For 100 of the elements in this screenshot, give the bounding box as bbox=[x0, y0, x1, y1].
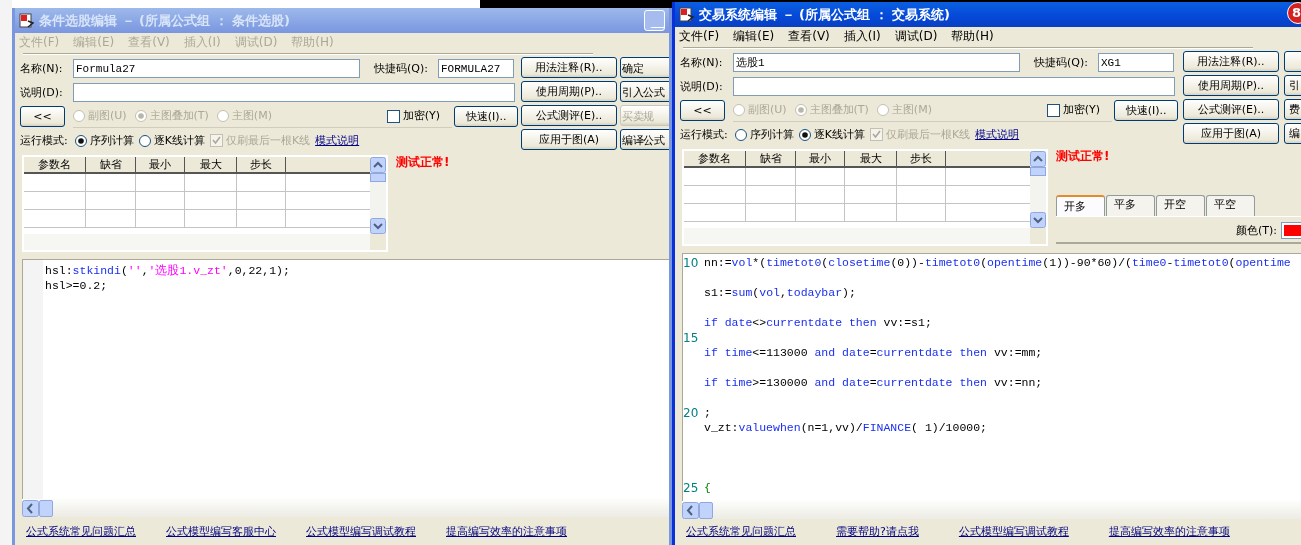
scroll-bar[interactable] bbox=[1030, 151, 1046, 228]
scroll-thumb[interactable] bbox=[699, 501, 713, 519]
scroll-left-button[interactable] bbox=[682, 501, 699, 519]
column-header: 参数名 bbox=[684, 151, 746, 168]
scroll-down-button[interactable] bbox=[1030, 212, 1046, 228]
signal-tab[interactable]: 平空 bbox=[1206, 195, 1255, 216]
table-cell[interactable] bbox=[796, 204, 845, 222]
scroll-bar[interactable] bbox=[684, 228, 1030, 244]
table-cell[interactable] bbox=[185, 192, 237, 210]
app-icon bbox=[679, 6, 695, 23]
column-header: 参数名 bbox=[24, 157, 86, 174]
field-label: 说明(D): bbox=[20, 85, 64, 100]
table-cell[interactable] bbox=[86, 192, 136, 210]
side-button[interactable]: 用法注释(R).. bbox=[1183, 51, 1279, 72]
side-button[interactable]: 使用周期(P).. bbox=[1183, 75, 1279, 96]
table-cell[interactable] bbox=[796, 168, 845, 186]
field-label: 快捷码(Q): bbox=[374, 61, 429, 76]
table-cell[interactable] bbox=[24, 192, 86, 210]
name-field[interactable]: 选股1 bbox=[733, 53, 1020, 72]
signal-tab[interactable]: 平多 bbox=[1106, 195, 1155, 216]
collapse-button[interactable]: << bbox=[680, 100, 725, 121]
mode-link[interactable]: 模式说明 bbox=[975, 127, 1020, 142]
field-label: 名称(N): bbox=[680, 55, 724, 70]
checkbox-icon[interactable] bbox=[386, 109, 400, 123]
side-button[interactable]: 费 bbox=[1284, 99, 1301, 120]
table-cell[interactable] bbox=[796, 186, 845, 204]
code-line: nn:=vol*(timetot0(closetime(0))-timetot0(opentime(1))-90*60)/(time0-timetot0(opentime bbox=[704, 255, 1291, 270]
menu-item[interactable]: 查看(V) bbox=[788, 29, 830, 44]
side-button[interactable]: 应用于图(A) bbox=[1183, 123, 1279, 144]
table-cell[interactable] bbox=[185, 210, 237, 228]
description-field[interactable] bbox=[733, 77, 1175, 96]
table-cell[interactable] bbox=[136, 210, 185, 228]
table-cell[interactable] bbox=[746, 186, 796, 204]
side-button[interactable]: 引 bbox=[1284, 75, 1301, 96]
code-editor[interactable] bbox=[682, 253, 1301, 501]
side-button[interactable]: 编 bbox=[1284, 123, 1301, 144]
table-cell[interactable] bbox=[24, 174, 86, 192]
menu-item[interactable]: 调试(D) bbox=[894, 29, 938, 44]
table-cell[interactable] bbox=[684, 186, 746, 204]
menu-item[interactable]: 帮助(H) bbox=[951, 29, 994, 44]
table-cell[interactable] bbox=[86, 174, 136, 192]
help-link[interactable]: 公式系统常见问题汇总 bbox=[686, 525, 796, 539]
table-cell[interactable] bbox=[897, 204, 946, 222]
scroll-thumb[interactable] bbox=[1030, 167, 1046, 176]
signal-tab[interactable]: 开多 bbox=[1056, 195, 1105, 216]
scroll-up-button[interactable] bbox=[370, 157, 386, 173]
table-cell[interactable] bbox=[237, 210, 286, 228]
table-cell[interactable] bbox=[136, 192, 185, 210]
scroll-bar[interactable] bbox=[682, 501, 1301, 519]
table-cell[interactable] bbox=[897, 168, 946, 186]
help-link[interactable]: 需要帮助?请点我 bbox=[836, 525, 919, 539]
status-message: 测试正常! bbox=[1056, 149, 1111, 163]
line-number: 10 bbox=[683, 255, 700, 270]
table-cell[interactable] bbox=[845, 186, 897, 204]
scroll-thumb[interactable] bbox=[370, 173, 386, 182]
code-line: ; bbox=[704, 405, 711, 420]
table-cell[interactable] bbox=[897, 186, 946, 204]
scroll-up-button[interactable] bbox=[1030, 151, 1046, 167]
app-icon bbox=[19, 12, 35, 29]
table-cell[interactable] bbox=[684, 168, 746, 186]
side-button[interactable]: 公式测评(E).. bbox=[1183, 99, 1279, 120]
table-cell[interactable] bbox=[237, 192, 286, 210]
table-cell[interactable] bbox=[86, 210, 136, 228]
table-cell[interactable] bbox=[746, 204, 796, 222]
column-header: 最大 bbox=[185, 157, 237, 174]
menu-item[interactable]: 文件(F) bbox=[679, 29, 720, 44]
column-header: 最小 bbox=[796, 151, 845, 168]
help-link[interactable]: 提高编写效率的注意事项 bbox=[1108, 525, 1230, 539]
table-cell[interactable] bbox=[845, 168, 897, 186]
shortcut-field[interactable]: XG1 bbox=[1098, 53, 1174, 72]
table-cell[interactable] bbox=[684, 204, 746, 222]
menu-item[interactable]: 插入(I) bbox=[843, 29, 881, 44]
table-cell[interactable] bbox=[237, 174, 286, 192]
code-line: if time>=130000 and date=currentdate then vv:=nn; bbox=[704, 375, 1043, 390]
table-cell[interactable] bbox=[136, 174, 185, 192]
column-header: 步长 bbox=[897, 151, 946, 168]
column-header: 步长 bbox=[237, 157, 286, 174]
checkbox-icon[interactable] bbox=[1046, 103, 1060, 117]
code-line: hsl>=0.2; bbox=[45, 278, 108, 293]
signal-tab[interactable]: 开空 bbox=[1156, 195, 1205, 216]
menu-item[interactable]: 编辑(E) bbox=[733, 29, 775, 44]
radio-icon[interactable] bbox=[798, 128, 811, 141]
code-line: if date<>currentdate then vv:=s1; bbox=[704, 315, 932, 330]
line-number: 25 bbox=[683, 480, 700, 495]
code-line: s1:=sum(vol,todaybar); bbox=[704, 285, 856, 300]
field-label: 运行模式: bbox=[20, 133, 68, 148]
radio-icon[interactable] bbox=[734, 128, 747, 141]
table-cell[interactable] bbox=[845, 204, 897, 222]
quick-button[interactable]: 快速(I).. bbox=[1114, 100, 1178, 121]
line-number: 20 bbox=[683, 405, 700, 420]
table-cell[interactable] bbox=[185, 174, 237, 192]
radio-button[interactable]: 序列计算 bbox=[734, 127, 794, 142]
column-header: 缺省 bbox=[746, 151, 796, 168]
scroll-down-button[interactable] bbox=[370, 218, 386, 234]
table-cell[interactable] bbox=[746, 168, 796, 186]
radio-button[interactable]: 逐K线计算 bbox=[798, 127, 865, 142]
table-cell[interactable] bbox=[24, 210, 86, 228]
checkbox[interactable]: 加密(Y) bbox=[1046, 103, 1101, 117]
help-link[interactable]: 公式模型编写调试教程 bbox=[958, 525, 1069, 539]
code-line: v_zt:valuewhen(n=1,vv)/FINANCE( 1)/10000; bbox=[704, 420, 987, 435]
